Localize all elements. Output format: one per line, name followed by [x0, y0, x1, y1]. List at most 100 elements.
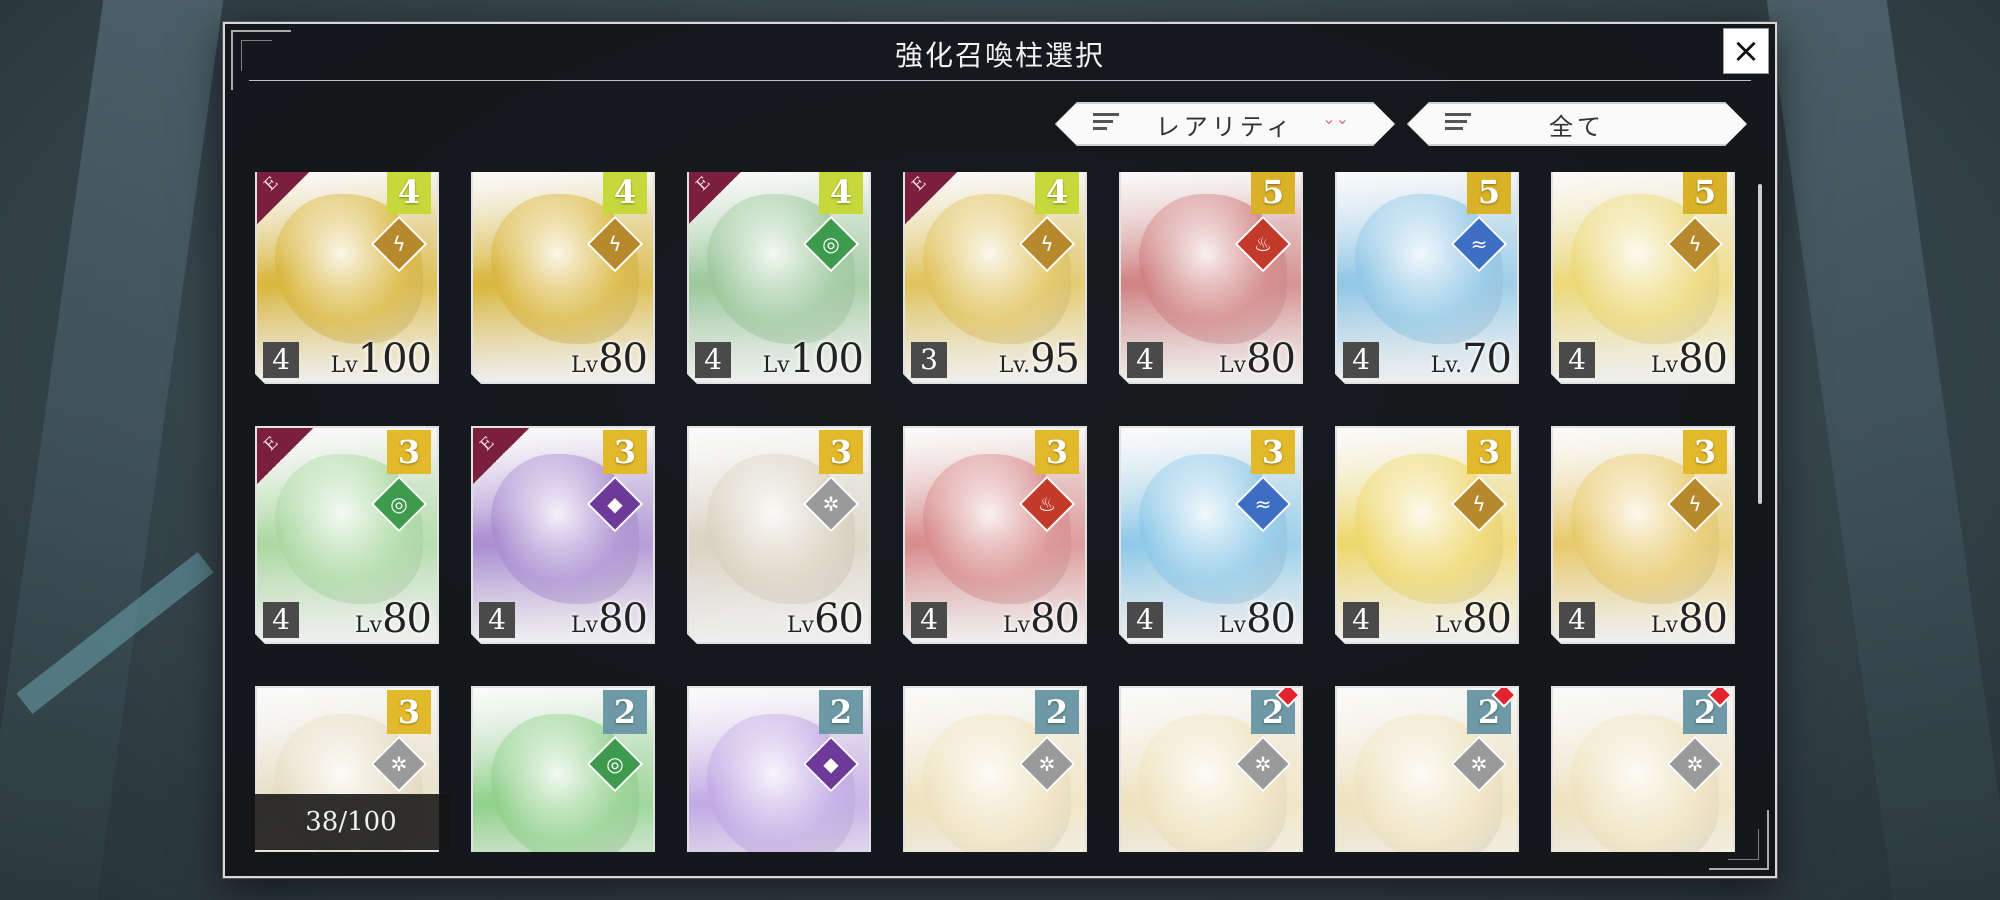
element-glyph: ✲: [822, 492, 840, 516]
level-value: 80: [382, 596, 431, 642]
rarity-badge: 3: [1467, 430, 1511, 474]
rarity-badge: 4: [387, 172, 431, 214]
pillar-card[interactable]: E 4 ϟ 3 Lv.95: [903, 172, 1087, 384]
limit-break-count: 4: [911, 602, 947, 638]
rarity-badge: 4: [603, 172, 647, 214]
element-glyph: ♨: [1038, 492, 1056, 516]
level-prefix: Lv: [787, 613, 815, 638]
element-glyph: ϟ: [608, 232, 622, 256]
pillar-card[interactable]: 2 ✲: [1119, 686, 1303, 852]
filter-button[interactable]: 全て: [1407, 102, 1747, 146]
level-display: Lv.95: [999, 336, 1079, 382]
level-value: 80: [1678, 596, 1727, 642]
level-display: Lv80: [1435, 596, 1511, 642]
close-button[interactable]: ×: [1723, 28, 1769, 74]
level-display: Lv80: [1651, 596, 1727, 642]
element-glyph: ϟ: [392, 232, 406, 256]
limit-break-count: 4: [263, 602, 299, 638]
evolved-badge-label: E: [259, 432, 282, 455]
evolved-badge-label: E: [691, 172, 714, 195]
level-value: 60: [814, 596, 863, 642]
rarity-badge: 5: [1251, 172, 1295, 214]
pillar-card[interactable]: 5 ϟ 4 Lv80: [1551, 172, 1735, 384]
level-value: 80: [1246, 336, 1295, 382]
chevron-down-icon: ⌄⌄: [1322, 109, 1349, 128]
element-glyph: ✲: [1686, 752, 1704, 776]
pillar-card-grid: E 4 ϟ 4 Lv100 4 ϟ Lv80 E 4 ◎ 4 Lv100 E 4 ϟ 3 Lv.95 5 ♨ 4 Lv80…: [255, 172, 1735, 852]
level-value: 70: [1462, 336, 1511, 382]
pillar-card[interactable]: 5 ♨ 4 Lv80: [1119, 172, 1303, 384]
rarity-badge: 3: [387, 430, 431, 474]
level-prefix: Lv.: [998, 353, 1031, 378]
level-prefix: Lv: [1651, 353, 1679, 378]
level-display: Lv80: [571, 596, 647, 642]
limit-break-count: 4: [1559, 342, 1595, 378]
pillar-card[interactable]: 3 ≈4 Lv80: [1119, 426, 1303, 644]
element-glyph: ≈: [1254, 492, 1272, 516]
limit-break-count: 4: [1559, 602, 1595, 638]
pillar-card[interactable]: 5 ≈4 Lv.70: [1335, 172, 1519, 384]
rarity-badge: 2: [1035, 690, 1079, 734]
evolved-badge-label: E: [475, 432, 498, 455]
limit-break-count: 4: [695, 342, 731, 378]
level-display: Lv80: [355, 596, 431, 642]
evolved-badge: E: [473, 428, 529, 484]
level-display: Lv80: [1003, 596, 1079, 642]
level-prefix: Lv.: [1430, 353, 1463, 378]
evolved-badge: E: [257, 428, 313, 484]
level-value: 80: [598, 336, 647, 382]
level-value: 80: [1030, 596, 1079, 642]
level-prefix: Lv: [1435, 613, 1463, 638]
pillar-card[interactable]: 3 ϟ 4 Lv80: [1335, 426, 1519, 644]
rarity-badge: 3: [1035, 430, 1079, 474]
pillar-card[interactable]: 3 ♨ 4 Lv80: [903, 426, 1087, 644]
bg-pillar-left: [0, 0, 224, 900]
element-glyph: ✲: [390, 752, 408, 776]
pillar-card[interactable]: 2 ✲: [1551, 686, 1735, 852]
evolved-badge: E: [257, 172, 313, 224]
sort-rarity-button[interactable]: レアリティ ⌄⌄: [1055, 102, 1395, 146]
level-display: Lv100: [331, 336, 431, 382]
limit-break-count: 4: [1343, 342, 1379, 378]
bg-pillar-right: [1766, 0, 2000, 900]
pillar-card[interactable]: 3 ✲ Lv60: [687, 426, 871, 644]
level-display: Lv80: [1219, 336, 1295, 382]
filter-label: 全て: [1549, 112, 1605, 141]
pillar-card[interactable]: 4 ϟ Lv80: [471, 172, 655, 384]
limit-break-count: 4: [1127, 602, 1163, 638]
level-display: Lv60: [787, 596, 863, 642]
element-glyph: ϟ: [1040, 232, 1054, 256]
pillar-card[interactable]: 3 ϟ 4 Lv80: [1551, 426, 1735, 644]
level-prefix: Lv: [762, 353, 790, 378]
element-glyph: ✲: [1470, 752, 1488, 776]
limit-break-count: 4: [263, 342, 299, 378]
element-glyph: ϟ: [1688, 492, 1702, 516]
limit-break-count: 3: [911, 342, 947, 378]
rarity-badge: 4: [1035, 172, 1079, 214]
level-value: 80: [1246, 596, 1295, 642]
element-glyph: ≈: [1470, 232, 1488, 256]
level-prefix: Lv: [330, 353, 358, 378]
pillar-card[interactable]: 2 ✲: [1335, 686, 1519, 852]
grid-scrollbar[interactable]: [1758, 184, 1762, 504]
pillar-card[interactable]: E 3 ◆ 4 Lv80: [471, 426, 655, 644]
pillar-card[interactable]: E 3 ◎ 4 Lv80: [255, 426, 439, 644]
pillar-card[interactable]: 2 ◎: [471, 686, 655, 852]
rarity-badge: 5: [1467, 172, 1511, 214]
pillar-card[interactable]: 2 ◆: [687, 686, 871, 852]
element-glyph: ◎: [606, 752, 624, 776]
pillar-card[interactable]: E 4 ϟ 4 Lv100: [255, 172, 439, 384]
evolved-badge-label: E: [907, 172, 930, 195]
pillar-card[interactable]: E 4 ◎ 4 Lv100: [687, 172, 871, 384]
level-prefix: Lv: [1219, 353, 1247, 378]
level-prefix: Lv: [571, 353, 599, 378]
level-prefix: Lv: [1219, 613, 1247, 638]
rarity-badge: 2: [603, 690, 647, 734]
limit-break-count: 4: [1127, 342, 1163, 378]
rarity-badge: 3: [819, 430, 863, 474]
element-glyph: ϟ: [1688, 232, 1702, 256]
element-glyph: ◎: [822, 232, 840, 256]
rarity-badge: 2: [819, 690, 863, 734]
limit-break-count: 4: [1343, 602, 1379, 638]
pillar-card[interactable]: 2 ✲: [903, 686, 1087, 852]
